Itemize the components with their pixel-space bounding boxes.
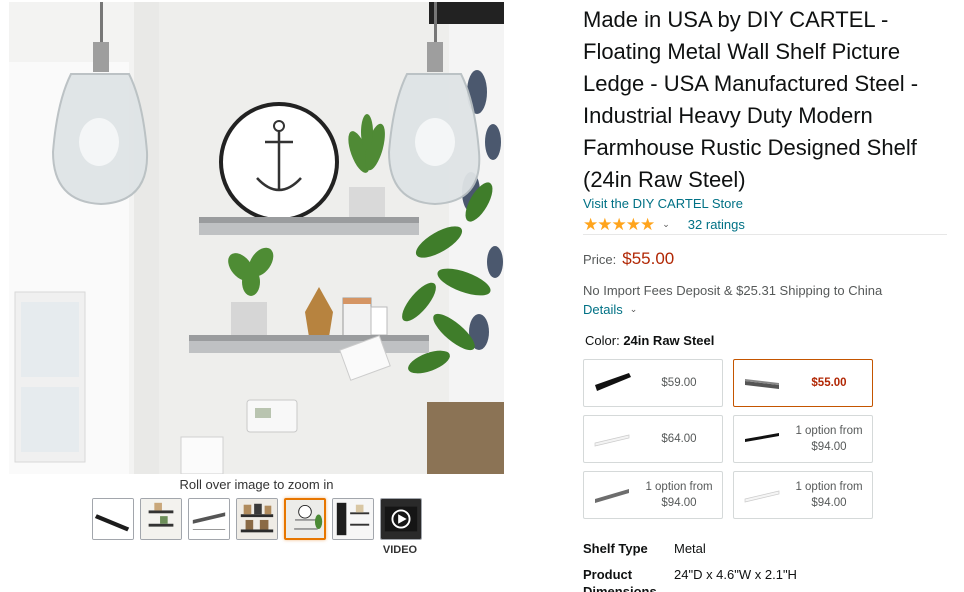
shelf-wall-decor-image	[286, 500, 324, 538]
shelf-black-swatch-icon	[734, 416, 790, 462]
swatch-option-text: 1 option from $94.00	[790, 479, 872, 511]
swatch-option-line: 1 option from	[795, 425, 863, 437]
star-icon: ★	[611, 214, 627, 234]
color-selection-label: Color: 24in Raw Steel	[585, 333, 714, 348]
price-label: Price:	[583, 252, 617, 267]
spec-label-shelf-type: Shelf Type	[583, 541, 648, 556]
thumbnail-shelf-lifestyle[interactable]	[140, 498, 182, 540]
swatch-option-text: 1 option from $94.00	[640, 479, 722, 511]
color-option-black-59[interactable]: $59.00	[583, 359, 723, 407]
swatch-price: $94.00	[811, 441, 847, 453]
spec-value-product-dimensions: 24"D x 4.6"W x 2.1"H	[674, 567, 797, 582]
color-option-white-64[interactable]: $64.00	[583, 415, 723, 463]
color-option-white-94[interactable]: 1 option from $94.00	[733, 471, 873, 519]
shipping-info: No Import Fees Deposit & $25.31 Shipping…	[583, 283, 883, 298]
spec-label-product: Product	[583, 567, 633, 582]
star-rating-icon[interactable]: ★ ★ ★ ★ ★	[583, 214, 655, 234]
shelf-white-swatch-icon	[584, 416, 640, 462]
main-image-illustration	[9, 2, 504, 474]
product-title: Made in USA by DIY CARTEL - Floating Met…	[583, 7, 919, 192]
swatch-option-line: 1 option from	[645, 481, 713, 493]
shelf-raw-steel-swatch-icon	[584, 472, 640, 518]
zoom-hint: Roll over image to zoom in	[179, 477, 334, 492]
color-option-black-94[interactable]: 1 option from $94.00	[733, 415, 873, 463]
swatch-price: $59.00	[661, 377, 697, 389]
thumbnail-shelf-wall-decor[interactable]	[284, 498, 326, 540]
shelf-white-swatch-icon	[734, 472, 790, 518]
shelf-black-swatch-icon	[584, 360, 640, 406]
ratings-count-link[interactable]: 32 ratings	[688, 217, 745, 232]
color-option-raw-steel-94[interactable]: 1 option from $94.00	[583, 471, 723, 519]
thumbnail-shelf-room[interactable]	[332, 498, 374, 540]
shelf-lifestyle-image	[141, 499, 181, 539]
spec-label-dimensions: Dimensions	[583, 584, 657, 592]
details-row[interactable]: Details ⌄	[583, 302, 637, 317]
swatch-price: $94.00	[811, 497, 847, 509]
shelf-room-image	[333, 499, 373, 539]
video-thumbnail-image	[381, 499, 421, 539]
swatch-price: $64.00	[661, 433, 697, 445]
shelf-raw-steel-swatch-icon	[734, 360, 790, 406]
main-product-image[interactable]	[9, 2, 504, 474]
chevron-down-icon[interactable]: ⌄	[630, 304, 638, 315]
price-value: $55.00	[622, 249, 675, 268]
chevron-down-icon[interactable]: ⌄	[662, 219, 670, 230]
thumbnail-shelf-dimensions[interactable]	[188, 498, 230, 540]
thumbnail-shelf-frames[interactable]	[236, 498, 278, 540]
swatch-option-text: 1 option from $94.00	[790, 423, 872, 455]
swatch-price: $55.00	[811, 377, 847, 389]
swatch-price: $94.00	[661, 497, 697, 509]
color-option-raw-steel-55[interactable]: $55.00	[733, 359, 873, 407]
shelf-dimensions-image	[189, 499, 229, 539]
thumbnail-shelf-black[interactable]	[92, 498, 134, 540]
star-icon: ★	[640, 214, 655, 234]
video-label: VIDEO	[382, 544, 418, 556]
shelf-black-image	[93, 499, 133, 539]
divider	[583, 234, 947, 235]
price-row: Price: $55.00	[583, 249, 674, 269]
shelf-frames-image	[237, 499, 277, 539]
color-value: 24in Raw Steel	[623, 333, 715, 348]
star-icon: ★	[597, 214, 612, 234]
swatch-option-line: 1 option from	[795, 481, 863, 493]
color-label: Color:	[585, 333, 620, 348]
details-link[interactable]: Details	[583, 302, 623, 317]
spec-value-shelf-type: Metal	[674, 541, 706, 556]
star-icon: ★	[625, 214, 641, 234]
star-icon: ★	[583, 214, 598, 234]
rating-row[interactable]: ★ ★ ★ ★ ★ ⌄ 32 ratings	[583, 214, 745, 234]
store-link[interactable]: Visit the DIY CARTEL Store	[583, 196, 743, 211]
thumbnail-video[interactable]	[380, 498, 422, 540]
